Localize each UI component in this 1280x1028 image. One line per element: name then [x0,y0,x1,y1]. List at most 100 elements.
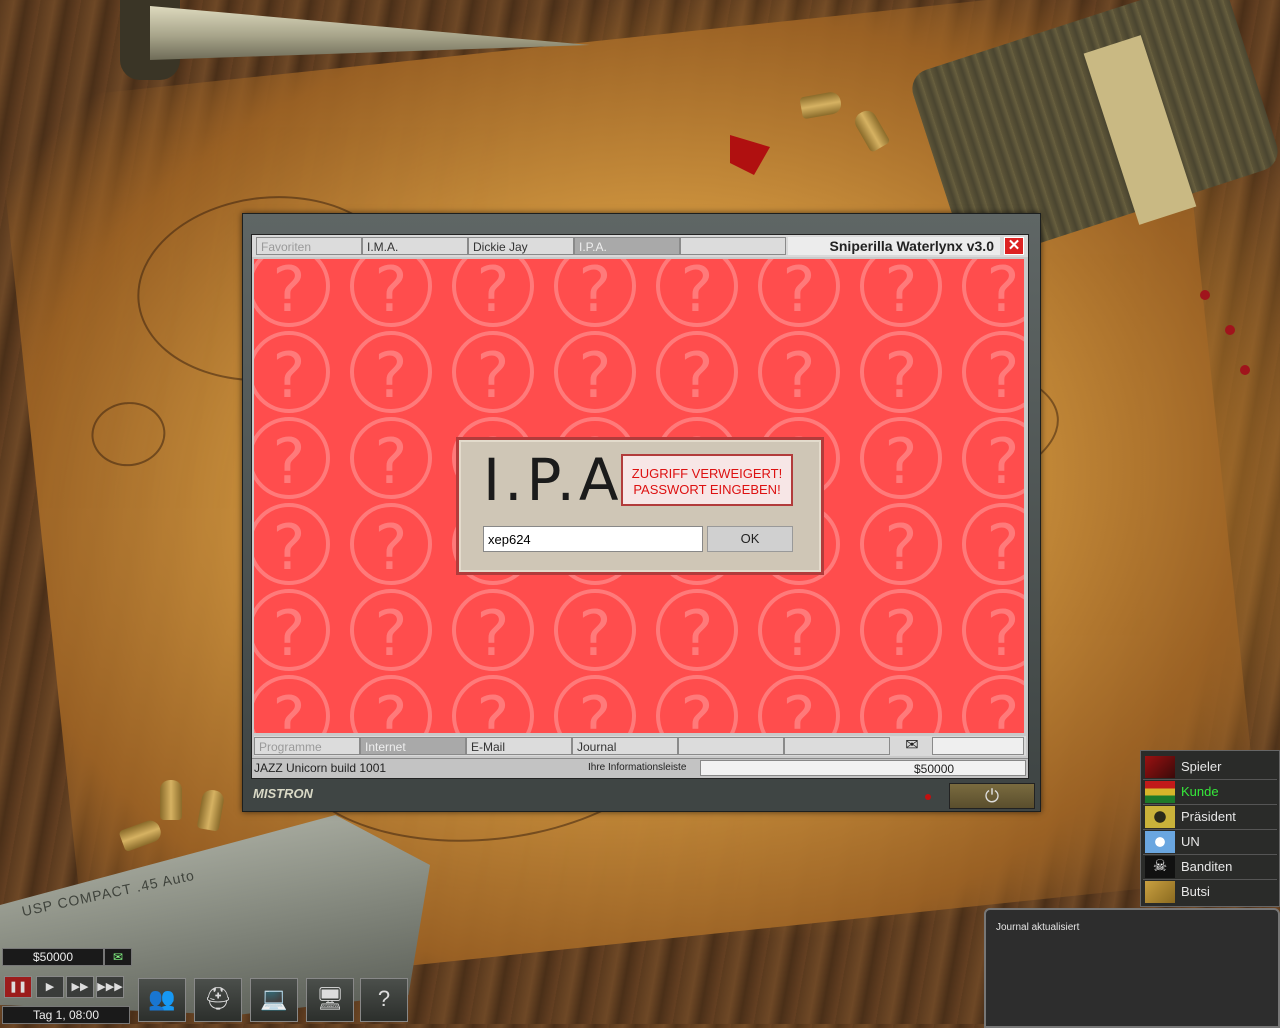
close-button[interactable]: ✕ [1004,237,1024,255]
mail-indicator-field [932,737,1024,755]
window-body: Favoriten I.M.A. Dickie Jay I.P.A. Snipe… [251,234,1029,779]
tab-journal[interactable]: Journal [572,737,678,755]
tab-empty-1[interactable] [678,737,784,755]
faction-butsi[interactable]: Butsi [1143,880,1277,904]
map-island [88,398,169,470]
question-mark-icon: ? [962,331,1024,413]
question-mark-icon: ? [350,503,432,585]
question-mark-icon: ? [452,259,534,327]
game-hud: $50000 ✉ ❚❚ ▶ ▶▶ ▶▶▶ Tag 1, 08:00 👥 ⛑ 💻 … [0,946,410,1024]
info-bar [700,760,1026,776]
tab-favoriten[interactable]: Favoriten [256,237,362,255]
question-mark-icon: ? [962,589,1024,671]
question-mark-icon: ? [656,589,738,671]
faction-label: Kunde [1181,784,1219,799]
question-mark-icon: ? [962,503,1024,585]
faction-label: Spieler [1181,759,1222,774]
login-dialog: I.P.A. ZUGRIFF VERWEIGERT! PASSWORT EING… [456,437,824,575]
faction-label: Butsi [1181,884,1210,899]
tab-empty-2[interactable] [784,737,890,755]
question-mark-icon: ? [554,331,636,413]
question-mark-icon: ? [860,259,942,327]
pause-button[interactable]: ❚❚ [4,976,32,998]
faction-spieler[interactable]: Spieler [1143,755,1277,780]
tab-internet[interactable]: Internet [360,737,466,755]
question-mark-icon: ? [758,259,840,327]
question-mark-icon: ? [254,259,330,327]
question-mark-icon: ? [554,675,636,733]
computer-icon[interactable]: 🖥 [306,978,354,1022]
question-mark-icon: ? [350,259,432,327]
tab-programme[interactable]: Programme [254,737,360,755]
question-mark-icon: ? [350,675,432,733]
question-mark-icon: ? [350,589,432,671]
faction-praesident[interactable]: Präsident [1143,805,1277,830]
password-input[interactable] [483,526,703,552]
skull-icon: ☠ [1145,856,1175,878]
mail-icon[interactable]: ✉ [892,737,932,755]
question-mark-icon: ? [758,675,840,733]
laptop-window: Favoriten I.M.A. Dickie Jay I.P.A. Snipe… [242,213,1041,812]
question-mark-icon: ? [554,589,636,671]
top-tab-bar: Favoriten I.M.A. Dickie Jay I.P.A. Snipe… [252,235,1028,257]
question-mark-icon: ? [860,331,942,413]
question-mark-icon: ? [254,589,330,671]
status-bar: JAZZ Unicorn build 1001 Ihre Information… [252,758,1028,778]
spieler-icon [1145,756,1175,778]
question-mark-icon: ? [860,417,942,499]
tab-email[interactable]: E-Mail [466,737,572,755]
question-mark-icon: ? [452,331,534,413]
balance-display: $50000 [914,762,955,776]
faction-label: Banditen [1181,859,1233,874]
access-denied-line2: PASSWORT EINGEBEN! [633,482,781,497]
question-mark-icon: ? [860,675,942,733]
question-mark-icon: ? [452,589,534,671]
map-pin [1240,365,1250,375]
tab-ipa[interactable]: I.P.A. [574,237,680,255]
power-button[interactable]: ⏻ [949,783,1035,809]
access-denied-line1: ZUGRIFF VERWEIGERT! [631,466,783,481]
play-button[interactable]: ▶ [36,976,64,998]
praesident-seal-icon [1145,806,1175,828]
question-mark-icon: ? [350,417,432,499]
mistron-logo: MISTRON [253,786,313,801]
game-date: Tag 1, 08:00 [2,1006,130,1024]
fast-forward-button[interactable]: ▶▶ [66,976,94,998]
helmet-icon[interactable]: ⛑ [194,978,242,1022]
faction-kunde[interactable]: Kunde [1143,780,1277,805]
fastest-forward-button[interactable]: ▶▶▶ [96,976,124,998]
tab-ima[interactable]: I.M.A. [362,237,468,255]
journal-panel: Journal aktualisiert [984,908,1280,1028]
question-mark-icon: ? [860,589,942,671]
bullet [160,780,182,820]
faction-un[interactable]: UN [1143,830,1277,855]
question-mark-icon: ? [962,417,1024,499]
ipa-page: ????????????????????????????????????????… [254,259,1024,733]
map-pin [1225,325,1235,335]
build-label: JAZZ Unicorn build 1001 [254,761,387,775]
question-mark-icon: ? [758,331,840,413]
help-icon[interactable]: ? [360,978,408,1022]
laptop-icon[interactable]: 💻 [250,978,298,1022]
faction-panel: Spieler Kunde Präsident UN ☠ Banditen Bu… [1140,750,1280,907]
journal-message: Journal aktualisiert [996,922,1080,933]
tab-dickie-jay[interactable]: Dickie Jay [468,237,574,255]
ipa-logo: I.P.A. [483,446,645,514]
butsi-icon [1145,881,1175,903]
question-mark-icon: ? [758,589,840,671]
window-title: Sniperilla Waterlynx v3.0 [788,237,1000,255]
team-icon[interactable]: 👥 [138,978,186,1022]
mail-icon[interactable]: ✉ [104,948,132,966]
cash-display: $50000 [2,948,104,966]
question-mark-icon: ? [656,675,738,733]
kunde-flag-icon [1145,781,1175,803]
faction-banditen[interactable]: ☠ Banditen [1143,855,1277,880]
question-mark-icon: ? [254,417,330,499]
question-mark-icon: ? [656,259,738,327]
tab-empty[interactable] [680,237,786,255]
question-mark-icon: ? [554,259,636,327]
window-footer: MISTRON ⏻ [243,780,1040,811]
question-mark-icon: ? [962,259,1024,327]
faction-label: Präsident [1181,809,1236,824]
ok-button[interactable]: OK [707,526,793,552]
